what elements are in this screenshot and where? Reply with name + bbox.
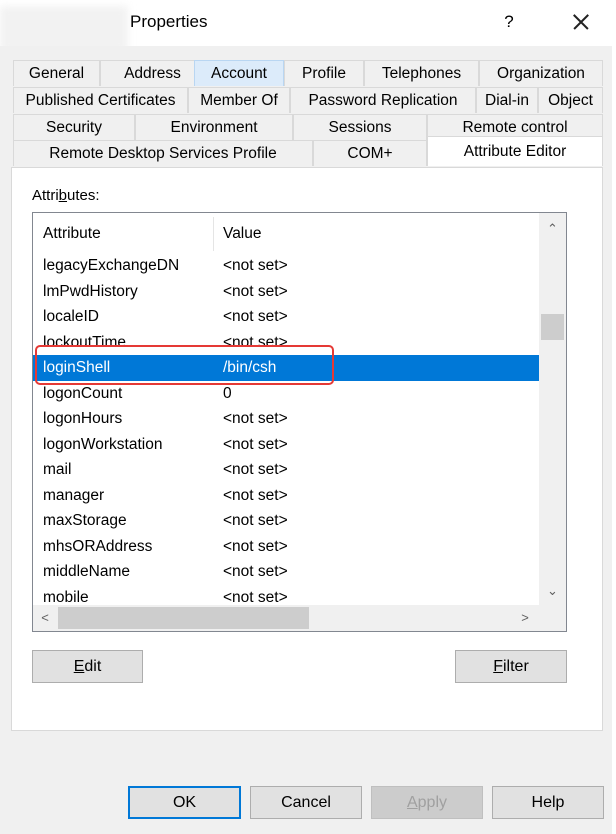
close-icon[interactable]	[550, 4, 608, 40]
table-row[interactable]: legacyExchangeDN <not set>	[33, 253, 539, 279]
attribute-value-cell: <not set>	[223, 537, 288, 555]
scroll-left-icon[interactable]: <	[33, 605, 57, 631]
attribute-value-cell: /bin/csh	[223, 359, 277, 376]
edit-button[interactable]: Edit	[32, 650, 143, 683]
apply-button[interactable]: Apply	[371, 786, 483, 819]
attribute-value-cell: <not set>	[223, 563, 288, 580]
attributes-label: Attributes:	[32, 187, 100, 204]
attribute-name-cell: lmPwdHistory	[43, 282, 138, 300]
tab-attribute-editor[interactable]: Attribute Editor	[427, 136, 603, 166]
cancel-button[interactable]: Cancel	[250, 786, 362, 819]
column-header-attribute[interactable]: Attribute	[33, 213, 213, 255]
attribute-value-cell: <not set>	[223, 410, 288, 427]
horizontal-scroll-thumb[interactable]	[58, 607, 309, 629]
help-button[interactable]: Help	[492, 786, 604, 819]
table-row[interactable]: logonHours <not set>	[33, 406, 539, 432]
attribute-name-cell: maxStorage	[43, 512, 127, 529]
attribute-value-cell: 0	[223, 384, 232, 402]
tab-row-4: Remote Desktop Services Profile COM+ Att…	[11, 136, 603, 166]
tab-remote-desktop-services-profile[interactable]: Remote Desktop Services Profile	[13, 140, 313, 166]
table-row[interactable]: logonCount 0	[33, 381, 539, 407]
tab-account[interactable]: Account	[194, 60, 284, 86]
column-header-value[interactable]: Value	[213, 213, 539, 255]
tab-object[interactable]: Object	[538, 87, 603, 113]
tab-com-plus[interactable]: COM+	[313, 140, 427, 166]
attribute-name-cell: lockoutTime	[43, 333, 126, 351]
attribute-value-cell: <not set>	[223, 308, 288, 325]
scroll-right-icon[interactable]: >	[513, 605, 537, 631]
attributes-list[interactable]: Attribute Value legacyExchangeDN <not set…	[32, 212, 567, 632]
tab-environment[interactable]: Environment	[135, 114, 293, 140]
scroll-up-icon[interactable]: ⌃	[539, 217, 566, 241]
attribute-name-cell: logonHours	[43, 410, 123, 427]
horizontal-scrollbar[interactable]: < >	[33, 605, 539, 631]
attribute-name-cell: manager	[43, 486, 105, 504]
attribute-name-cell: localeID	[43, 308, 99, 325]
tab-organization[interactable]: Organization	[479, 60, 603, 86]
table-row[interactable]: middleName <not set>	[33, 559, 539, 585]
filter-button[interactable]: Filter	[455, 650, 567, 683]
tab-general[interactable]: General	[13, 60, 100, 86]
tab-dial-in[interactable]: Dial-in	[476, 87, 538, 113]
attribute-value-cell: <not set>	[223, 512, 288, 529]
tab-row-2: Published Certificates Member Of Passwor…	[11, 87, 603, 113]
table-row[interactable]: mail <not set>	[33, 457, 539, 483]
list-header: Attribute Value	[33, 213, 539, 255]
table-row[interactable]: logonWorkstation <not set>	[33, 432, 539, 458]
window-title: Properties	[130, 12, 208, 31]
table-row[interactable]: lockoutTime <not set>	[33, 330, 539, 356]
title-bar: Properties ?	[0, 0, 616, 52]
attribute-value-cell: <not set>	[223, 333, 288, 351]
ok-button[interactable]: OK	[128, 786, 241, 819]
attribute-value-cell: <not set>	[223, 486, 288, 504]
table-row[interactable]: lmPwdHistory <not set>	[33, 279, 539, 305]
vertical-scroll-thumb[interactable]	[541, 314, 564, 340]
scrollbar-corner	[539, 605, 566, 631]
table-row[interactable]: mhsORAddress <not set>	[33, 534, 539, 560]
attribute-value-cell: <not set>	[223, 257, 288, 274]
attribute-name-cell: legacyExchangeDN	[43, 257, 180, 274]
attribute-name-cell: logonWorkstation	[43, 435, 163, 453]
attribute-name-cell: logonCount	[43, 384, 123, 402]
window-edge	[612, 0, 616, 834]
vertical-scrollbar[interactable]: ⌃ ⌄	[539, 213, 566, 613]
attribute-name-cell: middleName	[43, 563, 131, 580]
attribute-value-cell: <not set>	[223, 282, 288, 300]
attribute-name-cell: mhsORAddress	[43, 537, 153, 555]
attribute-name-cell: mail	[43, 461, 72, 478]
attribute-name-cell: loginShell	[43, 359, 111, 376]
tab-sessions[interactable]: Sessions	[293, 114, 427, 140]
tab-address[interactable]: Address	[100, 60, 205, 86]
attribute-value-cell: <not set>	[223, 435, 288, 453]
attribute-value-cell: <not set>	[223, 461, 288, 478]
tab-row-1: General Address Account Profile Telephon…	[11, 60, 603, 86]
table-row[interactable]: maxStorage <not set>	[33, 508, 539, 534]
tab-password-replication[interactable]: Password Replication	[290, 87, 476, 113]
table-row-selected[interactable]: loginShell/bin/csh	[33, 355, 539, 381]
scroll-down-icon[interactable]: ⌄	[539, 579, 566, 603]
tab-security[interactable]: Security	[13, 114, 135, 140]
table-row[interactable]: manager <not set>	[33, 483, 539, 509]
tab-telephones[interactable]: Telephones	[364, 60, 479, 86]
tab-published-certificates[interactable]: Published Certificates	[13, 87, 188, 113]
tab-member-of[interactable]: Member Of	[188, 87, 290, 113]
list-rows: legacyExchangeDN <not set> lmPwdHistory <no…	[33, 253, 539, 610]
help-title-button[interactable]: ?	[482, 4, 536, 40]
tab-profile[interactable]: Profile	[284, 60, 364, 86]
table-row[interactable]: localeID <not set>	[33, 304, 539, 330]
